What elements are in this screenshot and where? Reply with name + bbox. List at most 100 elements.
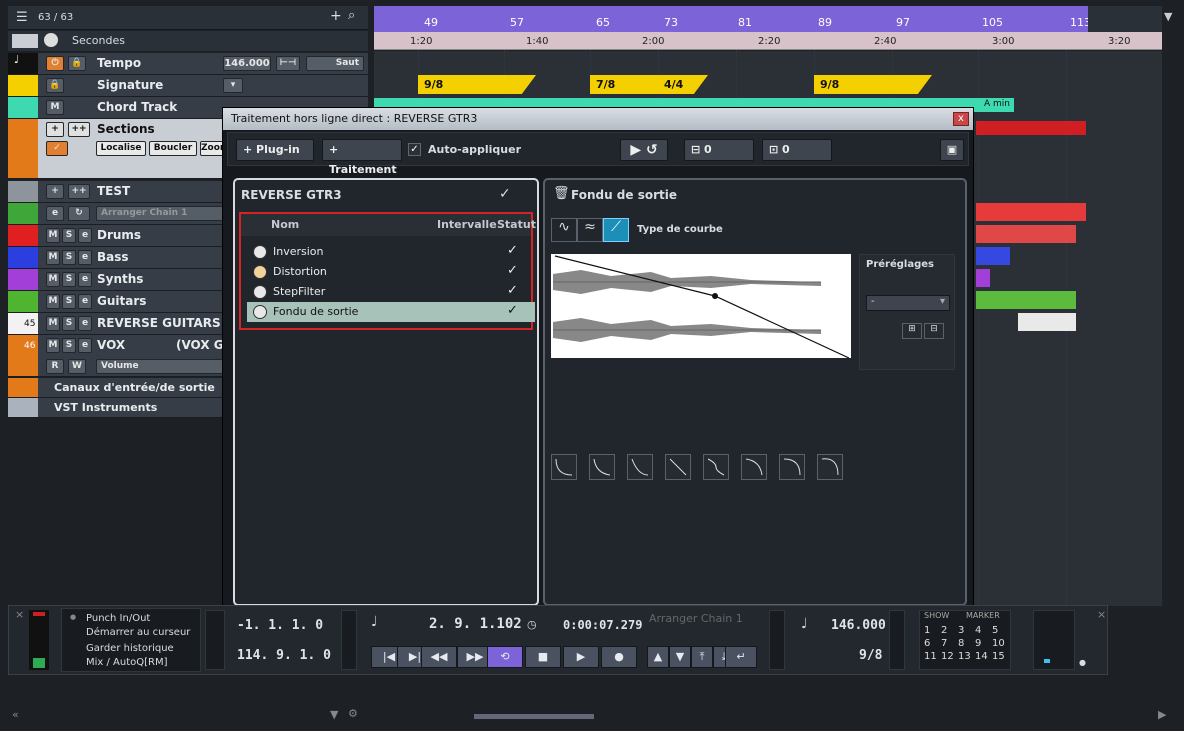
process-row-selected[interactable]: Fondu de sortie ✓ — [247, 302, 535, 322]
signature-event[interactable]: 7/8 4/4 — [590, 75, 708, 94]
post-roll-field[interactable]: ⊡ 0 — [762, 139, 832, 161]
mute-button[interactable]: M — [46, 228, 60, 243]
loop-button[interactable]: Boucler — [149, 141, 197, 156]
horizontal-scrollbar[interactable] — [474, 714, 594, 719]
fade-curve-preset-icon[interactable] — [703, 454, 729, 480]
panel-toggle-icon[interactable]: ▣ — [940, 139, 964, 161]
right-locator[interactable]: 114. 9. 1. 0 — [237, 648, 331, 663]
edit-button[interactable]: e — [78, 250, 92, 265]
automation-select[interactable]: Volume — [96, 359, 226, 374]
track-signature[interactable]: 🔒 Signature ▾ — [8, 75, 368, 97]
close-button[interactable]: x — [953, 112, 969, 126]
marker-button[interactable]: 3 — [958, 625, 975, 636]
add-track-icon[interactable]: + — [330, 8, 342, 24]
ruler-icon[interactable] — [12, 34, 38, 48]
save-preset-icon[interactable]: ⊞ — [902, 323, 922, 339]
section-event[interactable] — [976, 121, 1086, 135]
marker-button[interactable]: 1 — [924, 625, 941, 636]
record-button[interactable]: ● — [601, 646, 637, 668]
auto-apply-checkbox[interactable]: ✓ — [408, 143, 421, 156]
punch-option[interactable]: Mix / AutoQ[RM] — [86, 657, 168, 668]
marker-button[interactable]: 9 — [975, 638, 992, 649]
curve-linear-button[interactable]: ⟋ — [603, 218, 629, 242]
add-all-button[interactable]: ++ — [68, 122, 90, 137]
add-process-button[interactable]: + Traitement — [322, 139, 402, 176]
fade-curve-editor[interactable] — [551, 254, 851, 358]
play-button[interactable]: ▶ — [563, 646, 599, 668]
power-button[interactable]: ⏻ — [46, 56, 64, 71]
preset-select[interactable]: - ▾ — [866, 295, 950, 311]
marker-button[interactable]: 2 — [941, 625, 958, 636]
punch-option[interactable]: Garder historique — [86, 643, 174, 654]
marker-button[interactable]: 14 — [975, 651, 992, 662]
trash-icon[interactable]: 🗑 — [553, 186, 570, 201]
marker-button[interactable]: 8 — [958, 638, 975, 649]
fade-curve-preset-icon[interactable] — [779, 454, 805, 480]
edit-button[interactable]: e — [78, 228, 92, 243]
tempo-value[interactable]: 146.000 — [223, 56, 271, 71]
lock-button[interactable]: 🔒 — [46, 78, 64, 93]
show-label[interactable]: SHOW — [924, 611, 949, 620]
search-icon[interactable]: ⌕ — [348, 8, 355, 23]
curve-damped-button[interactable]: ≈ — [577, 218, 603, 242]
stop-button[interactable]: ■ — [525, 646, 561, 668]
fade-curve-preset-icon[interactable] — [551, 454, 577, 480]
position-time[interactable]: 0:00:07.279 — [563, 618, 642, 632]
position-bars[interactable]: 2. 9. 1.102 — [429, 616, 522, 632]
dropdown-button[interactable]: ▾ — [223, 78, 243, 93]
check-icon[interactable]: ✓ — [499, 186, 511, 202]
arranger-select[interactable]: Arranger Chain 1 — [96, 206, 226, 221]
mute-button[interactable]: M — [46, 338, 60, 353]
signature-event[interactable]: 9/8 — [418, 75, 536, 94]
dot-icon[interactable]: ● — [1079, 658, 1086, 667]
rewind-button[interactable]: ◀◀ — [421, 646, 457, 668]
marker-button[interactable]: 4 — [975, 625, 992, 636]
clock-icon[interactable] — [44, 33, 58, 47]
chevron-left-icon[interactable]: « — [12, 708, 19, 721]
list-menu-icon[interactable]: ☰ — [16, 10, 28, 25]
guitar-event[interactable] — [976, 291, 1076, 309]
close-icon[interactable]: × — [1097, 608, 1106, 621]
edit-button[interactable]: e — [46, 206, 64, 221]
sig-side[interactable] — [889, 610, 905, 670]
arranger-prev-button[interactable]: ▲ — [647, 646, 669, 668]
remove-preset-icon[interactable]: ⊟ — [924, 323, 944, 339]
gear-icon[interactable]: ⚙ — [348, 707, 358, 720]
scroll-marker[interactable] — [1164, 80, 1176, 110]
solo-button[interactable]: S — [62, 228, 76, 243]
col-range[interactable]: Intervalle — [437, 218, 497, 231]
tempo-jump-button[interactable]: Saut — [306, 56, 364, 71]
locator-side[interactable] — [341, 610, 357, 670]
add-plugin-button[interactable]: + Plug-in — [236, 139, 314, 161]
marker-button[interactable]: 5 — [992, 625, 1009, 636]
mute-button[interactable]: M — [46, 294, 60, 309]
left-locator[interactable]: -1. 1. 1. 0 — [237, 618, 323, 633]
lock-button[interactable]: 🔒 — [68, 56, 86, 71]
bar-ruler[interactable]: 49 57 65 73 81 89 97 105 113 — [374, 6, 1162, 32]
tempo-mode-button[interactable]: ⊢⊣ — [276, 56, 300, 71]
solo-button[interactable]: S — [62, 272, 76, 287]
tempo-value[interactable]: 146.000 — [831, 618, 886, 633]
col-name[interactable]: Nom — [271, 218, 299, 231]
fade-curve-preset-icon[interactable] — [665, 454, 691, 480]
signature-value[interactable]: 9/8 — [859, 648, 882, 663]
arranger-next-button[interactable]: ▼ — [669, 646, 691, 668]
punch-option[interactable]: Punch In/Out — [86, 613, 150, 624]
curve-spline-button[interactable]: ∿ — [551, 218, 577, 242]
chevron-down-icon[interactable]: ▼ — [330, 708, 338, 721]
marker-button[interactable]: 6 — [924, 638, 941, 649]
fade-curve-preset-icon[interactable] — [817, 454, 843, 480]
tempo-side[interactable] — [769, 610, 785, 670]
status-check-icon[interactable]: ✓ — [507, 283, 518, 298]
arranger-return-button[interactable]: ↵ — [725, 646, 757, 668]
marker-button[interactable]: 13 — [958, 651, 975, 662]
fade-curve-preset-icon[interactable] — [589, 454, 615, 480]
play-loop-button[interactable]: ▶ ↺ — [620, 139, 668, 161]
fade-curve-preset-icon[interactable] — [741, 454, 767, 480]
process-row[interactable]: StepFilter ✓ — [247, 282, 535, 302]
marker-button[interactable]: 10 — [992, 638, 1009, 649]
marker-button[interactable]: 7 — [941, 638, 958, 649]
chevron-right-icon[interactable]: ▶ — [1158, 708, 1166, 721]
edit-button[interactable]: e — [78, 338, 92, 353]
add-all-button[interactable]: ++ — [68, 184, 90, 199]
